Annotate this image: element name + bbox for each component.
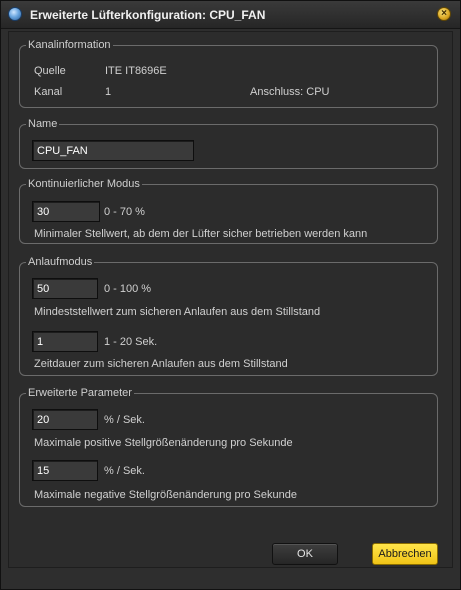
negative-aenderung-input[interactable] [32,460,98,481]
mindeststellwert-description: Mindeststellwert zum sicheren Anlaufen a… [34,306,321,318]
group-title-name: Name [26,117,60,131]
mindeststellwert-input[interactable] [32,278,98,299]
window-title: Erweiterte Lüfterkonfiguration: CPU_FAN [30,8,266,22]
dialog-window: Erweiterte Lüfterkonfiguration: CPU_FAN … [0,0,461,590]
group-erweiterte-parameter: Erweiterte Parameter % / Sek. Maximale p… [19,386,438,507]
anlauf-zeit-range: 1 - 20 Sek. [104,336,158,348]
negative-aenderung-unit: % / Sek. [104,465,145,477]
min-stellwert-range: 0 - 70 % [104,206,145,218]
group-kontinuierlicher-modus: Kontinuierlicher Modus 0 - 70 % Minimale… [19,177,438,244]
group-name: Name [19,117,438,169]
group-title-kanalinformation: Kanalinformation [26,38,113,52]
kanal-value: 1 [105,86,112,98]
anlauf-zeit-input[interactable] [32,331,98,352]
quelle-label: Quelle [34,65,66,77]
ok-button[interactable]: OK [272,543,338,565]
min-stellwert-description: Minimaler Stellwert, ab dem der Lüfter s… [34,228,368,240]
anlauf-zeit-description: Zeitdauer zum sicheren Anlaufen aus dem … [34,358,288,370]
mindeststellwert-range: 0 - 100 % [104,283,152,295]
anschluss-label: Anschluss: CPU [250,86,330,98]
app-icon [8,7,22,21]
positive-aenderung-input[interactable] [32,409,98,430]
group-anlaufmodus: Anlaufmodus 0 - 100 % Mindeststellwert z… [19,255,438,376]
positive-aenderung-description: Maximale positive Stellgrößenänderung pr… [34,437,293,449]
group-title-erweiterte-parameter: Erweiterte Parameter [26,386,134,400]
negative-aenderung-description: Maximale negative Stellgrößenänderung pr… [34,489,297,501]
close-icon[interactable]: × [437,7,451,21]
title-bar[interactable]: Erweiterte Lüfterkonfiguration: CPU_FAN … [1,1,460,29]
cancel-button[interactable]: Abbrechen [372,543,438,565]
kanal-label: Kanal [34,86,63,98]
min-stellwert-input[interactable] [32,201,100,222]
positive-aenderung-unit: % / Sek. [104,414,145,426]
name-input[interactable] [32,140,194,161]
group-title-anlaufmodus: Anlaufmodus [26,255,95,269]
quelle-value: ITE IT8696E [105,65,167,77]
group-kanalinformation: Kanalinformation Quelle ITE IT8696E Kana… [19,38,438,108]
group-title-kontinuierlicher-modus: Kontinuierlicher Modus [26,177,142,191]
